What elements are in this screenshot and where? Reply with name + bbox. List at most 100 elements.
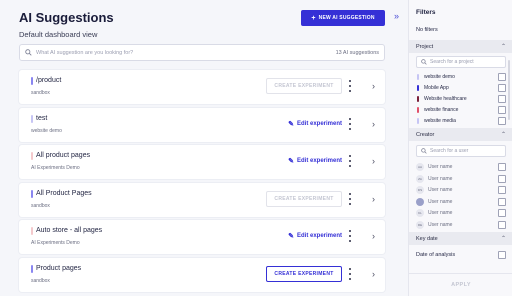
more-options-icon[interactable] [348, 80, 351, 92]
suggestion-project: sandbox [31, 277, 50, 284]
project-filter-checkbox[interactable] [498, 117, 506, 125]
chevron-right-icon[interactable]: › [372, 81, 375, 91]
project-search-input[interactable]: Search for a project [416, 56, 506, 68]
creator-filter-option[interactable]: ZA User name [416, 174, 506, 184]
filters-panel: Filters No filters Project ⌃ Search for … [408, 0, 512, 296]
search-icon [421, 59, 427, 65]
avatar: RE [416, 220, 424, 229]
apply-button[interactable]: APPLY [409, 273, 512, 296]
more-options-icon[interactable] [348, 230, 351, 242]
chevron-right-icon[interactable]: › [372, 119, 375, 129]
project-filter-label: Mobile App [424, 85, 449, 91]
creator-filter-checkbox[interactable] [498, 220, 506, 229]
create-experiment-button[interactable]: CREATE EXPERIMENT [266, 265, 342, 282]
project-filter-option[interactable]: website media [416, 116, 506, 126]
creator-filter-checkbox[interactable] [498, 197, 506, 206]
project-color-indicator [31, 264, 33, 273]
search-bar[interactable]: What AI suggestion are you looking for? … [19, 44, 385, 61]
suggestion-name: Auto store - all pages [36, 227, 103, 234]
project-filter-label: website media [424, 118, 456, 124]
chevron-right-icon[interactable]: › [372, 269, 375, 279]
avatar: DS [416, 186, 424, 194]
chevron-right-icon[interactable]: › [372, 231, 375, 241]
suggestion-card[interactable]: Auto store - all pages AI Experiments Dem… [19, 220, 385, 254]
creator-filter-option[interactable]: DS User name [416, 185, 506, 195]
key-date-section-header[interactable]: Key date ⌃ [409, 232, 512, 245]
more-options-icon[interactable] [348, 155, 351, 167]
project-search-placeholder: Search for a project [430, 59, 474, 65]
project-filter-option[interactable]: Website healthcare [416, 94, 506, 104]
edit-experiment-label: Edit experiment [296, 233, 342, 239]
edit-experiment-link[interactable]: ✎ Edit experiment [288, 228, 342, 244]
chevron-right-icon[interactable]: › [372, 156, 375, 166]
creator-filter-option[interactable]: KL User name [416, 208, 506, 218]
suggestion-card[interactable]: /product sandbox CREATE EXPERIMENT › [19, 70, 385, 104]
pencil-icon: ✎ [288, 158, 294, 165]
dashboard-view-label[interactable]: Default dashboard view [19, 30, 97, 39]
more-options-icon[interactable] [348, 267, 351, 280]
suggestion-card[interactable]: All Product Pages sandbox CREATE EXPERIMEN… [19, 182, 385, 217]
collapse-filters-icon[interactable]: » [394, 11, 399, 21]
avatar: KL [416, 209, 424, 217]
project-color-indicator [31, 189, 33, 198]
chevron-right-icon[interactable]: › [372, 194, 375, 204]
project-filter-option[interactable]: website demo [416, 72, 506, 82]
suggestion-project: AI Experiments Demo [31, 240, 80, 246]
suggestion-name: test [36, 114, 48, 122]
search-input[interactable]: What AI suggestion are you looking for? [36, 50, 336, 56]
search-icon [25, 49, 32, 56]
project-filter-option[interactable]: website finance [416, 105, 506, 115]
suggestion-name: All product pages [36, 152, 91, 159]
more-options-icon[interactable] [348, 192, 351, 205]
creator-filter-checkbox[interactable] [498, 209, 506, 217]
date-of-analysis-checkbox[interactable] [498, 251, 506, 259]
creator-section-header[interactable]: Creator ⌃ [409, 128, 512, 141]
project-filter-label: website finance [424, 107, 459, 113]
project-filter-label: website demo [424, 74, 455, 80]
main-panel: AI Suggestions Default dashboard view + … [0, 0, 392, 296]
creator-search-input[interactable]: Search for a user [416, 145, 506, 157]
new-ai-suggestion-button[interactable]: + NEW AI SUGGESTION [301, 10, 385, 26]
more-options-icon[interactable] [348, 117, 351, 130]
suggestion-card[interactable]: test website demo ✎ Edit experiment › [19, 107, 385, 142]
suggestion-card[interactable]: Product pages sandbox CREATE EXPERIMENT › [19, 257, 385, 292]
suggestion-card[interactable]: All product pages AI Experiments Demo ✎ Edi… [19, 145, 385, 179]
suggestion-project: sandbox [31, 90, 50, 96]
project-filter-option[interactable]: Mobile App [416, 83, 506, 93]
project-color-indicator [31, 77, 33, 85]
edit-experiment-label: Edit experiment [296, 158, 342, 164]
key-date-section-label: Key date [416, 235, 438, 242]
project-filter-checkbox[interactable] [498, 84, 506, 92]
chevron-up-icon: ⌃ [500, 44, 506, 50]
create-experiment-button: CREATE EXPERIMENT [266, 190, 342, 207]
suggestion-count: 13 AI suggestions [335, 49, 379, 56]
project-filter-checkbox[interactable] [498, 95, 506, 103]
edit-experiment-link[interactable]: ✎ Edit experiment [288, 153, 342, 169]
creator-filter-label: User name [428, 164, 453, 170]
suggestion-name: All Product Pages [36, 189, 92, 197]
creator-filter-label: User name [428, 198, 453, 205]
project-filter-checkbox[interactable] [498, 106, 506, 114]
creator-filter-label: User name [428, 210, 453, 216]
project-color-indicator [31, 227, 33, 235]
project-filter-checkbox[interactable] [498, 73, 506, 81]
project-section-label: Project [416, 43, 434, 50]
creator-filter-option[interactable]: RE User name [416, 220, 506, 230]
plus-icon: + [311, 14, 316, 22]
creator-filter-label: User name [428, 221, 453, 228]
edit-experiment-label: Edit experiment [296, 120, 342, 127]
edit-experiment-link[interactable]: ✎ Edit experiment [288, 116, 342, 132]
creator-filter-checkbox[interactable] [498, 174, 506, 183]
creator-filter-option[interactable]: User name [416, 197, 506, 207]
creator-filter-option[interactable]: AA User name [416, 162, 506, 172]
creator-filter-checkbox[interactable] [498, 186, 506, 194]
project-section-header[interactable]: Project ⌃ [409, 40, 512, 53]
project-color-indicator [31, 114, 33, 123]
filters-title: Filters [416, 9, 436, 16]
date-of-analysis-label: Date of analysis [416, 252, 456, 258]
filters-scrollbar[interactable] [508, 60, 510, 120]
avatar: AA [416, 163, 424, 171]
date-of-analysis-option[interactable]: Date of analysis [416, 250, 506, 260]
suggestion-project: sandbox [31, 202, 50, 209]
creator-filter-checkbox[interactable] [498, 163, 506, 171]
